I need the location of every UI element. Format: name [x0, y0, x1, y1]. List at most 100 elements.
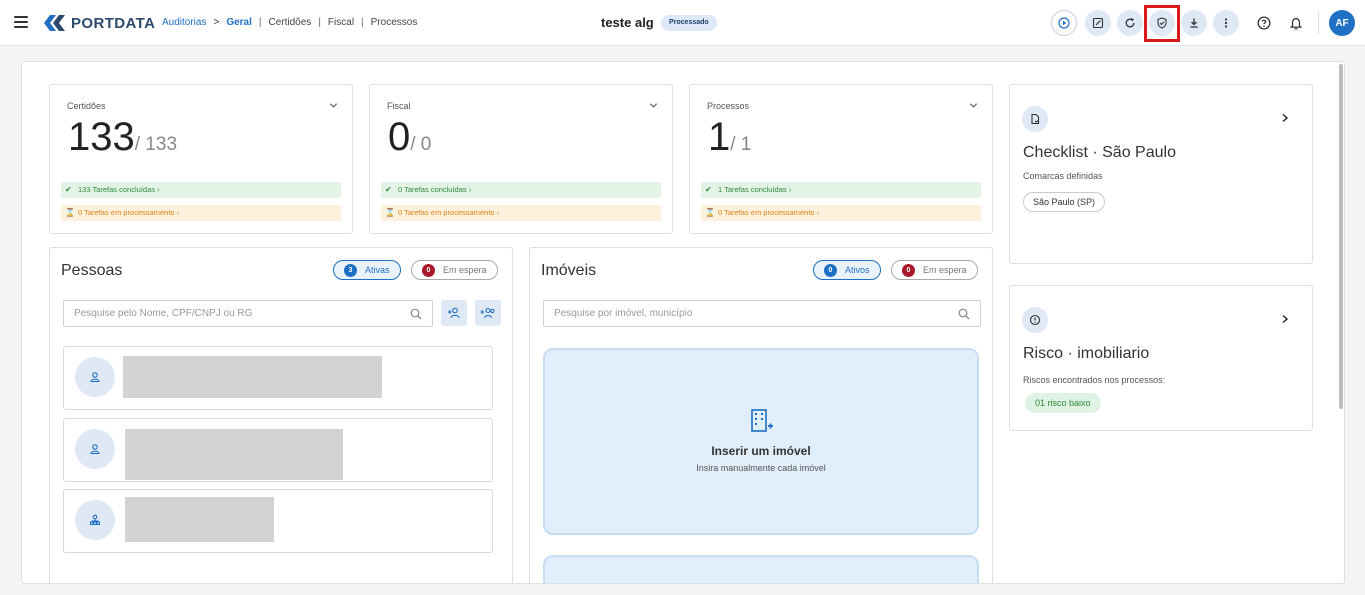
stat-card-fiscal[interactable]: Fiscal 0/ 0 ✔ 0 Tarefas concluídas › ⌛ 0 T…	[369, 84, 673, 234]
person-icon	[75, 429, 115, 469]
chevron-right-icon[interactable]	[1280, 113, 1290, 123]
chevron-right-icon[interactable]	[1280, 314, 1290, 324]
breadcrumb-separator: >	[213, 17, 220, 28]
redacted-name	[125, 497, 274, 542]
hourglass-icon: ⌛	[705, 208, 715, 217]
play-icon	[1058, 17, 1070, 29]
add-person-button[interactable]	[441, 300, 467, 326]
tasks-done-link[interactable]: ✔ 133 Tarefas concluídas ›	[61, 182, 341, 198]
ativos-label: Ativos	[845, 265, 870, 275]
double-check-icon: ✔	[65, 185, 72, 194]
logo[interactable]: PORTDATA	[44, 13, 155, 33]
alert-icon	[1022, 307, 1048, 333]
tasks-done-text: 0 Tarefas concluídas	[398, 185, 467, 194]
stat-card-certidoes[interactable]: Certidões 133/ 133 ✔ 133 Tarefas concluíd…	[49, 84, 353, 234]
scrollbar[interactable]	[1339, 64, 1343, 409]
pessoas-search-input[interactable]: Pesquise pelo Nome, CPF/CNPJ ou RG	[63, 300, 433, 327]
play-button[interactable]	[1051, 10, 1077, 36]
ativas-label: Ativas	[365, 265, 390, 275]
search-placeholder: Pesquise pelo Nome, CPF/CNPJ ou RG	[74, 308, 253, 319]
more-options-button[interactable]	[1213, 10, 1239, 36]
edit-button[interactable]	[1085, 10, 1111, 36]
checklist-card[interactable]: Checklist · São Paulo Comarcas definidas…	[1009, 84, 1313, 264]
download-button[interactable]	[1181, 10, 1207, 36]
list-item[interactable]	[63, 346, 493, 410]
filter-ativos[interactable]: 0 Ativos	[813, 260, 881, 280]
list-item[interactable]	[63, 418, 493, 482]
espera-count: 0	[902, 263, 915, 277]
breadcrumb-fiscal[interactable]: Fiscal	[328, 17, 354, 28]
add-group-icon	[480, 307, 495, 319]
redacted-name	[125, 429, 343, 480]
risco-subtitle: Riscos encontrados nos processos:	[1023, 375, 1166, 385]
insert-property-button[interactable]: Inserir um imóvel Insira manualmente cad…	[543, 348, 979, 535]
stat-card-processos[interactable]: Processos 1/ 1 ✔ 1 Tarefas concluídas › ⌛…	[689, 84, 993, 234]
tasks-processing-text: 0 Tarefas em processamento	[718, 208, 815, 217]
main-panel: Certidões 133/ 133 ✔ 133 Tarefas concluíd…	[21, 61, 1345, 584]
chevron-down-icon[interactable]	[329, 101, 338, 110]
toolbar-divider	[1318, 12, 1319, 34]
insert-title: Inserir um imóvel	[711, 444, 811, 458]
status-badge: Processado	[661, 15, 717, 31]
tasks-processing-link[interactable]: ⌛ 0 Tarefas em processamento ›	[61, 205, 341, 221]
tasks-processing-link[interactable]: ⌛ 0 Tarefas em processamento ›	[701, 205, 981, 221]
search-icon	[410, 308, 422, 320]
hourglass-icon: ⌛	[385, 208, 395, 217]
espera-label: Em espera	[923, 265, 967, 275]
breadcrumb-auditorias[interactable]: Auditorias	[162, 17, 206, 28]
pessoas-title: Pessoas	[61, 262, 123, 279]
breadcrumb-divider: |	[318, 17, 321, 28]
stat-count: 1	[708, 115, 731, 159]
tasks-processing-link[interactable]: ⌛ 0 Tarefas em processamento ›	[381, 205, 661, 221]
refresh-button[interactable]	[1117, 10, 1143, 36]
document-check-icon	[1022, 106, 1048, 132]
breadcrumb-geral[interactable]: Geral	[226, 17, 252, 28]
add-group-button[interactable]	[475, 300, 501, 326]
tasks-processing-text: 0 Tarefas em processamento	[78, 208, 175, 217]
chevron-down-icon[interactable]	[969, 101, 978, 110]
stat-total: / 0	[410, 134, 432, 155]
more-vertical-icon	[1224, 18, 1228, 28]
avatar[interactable]: AF	[1329, 10, 1355, 36]
logo-text: PORTDATA	[71, 14, 156, 32]
ativas-count: 3	[344, 263, 357, 277]
search-placeholder: Pesquise por imóvel, município	[554, 308, 693, 319]
chevron-down-icon[interactable]	[649, 101, 658, 110]
stat-label: Fiscal	[387, 101, 411, 111]
breadcrumb-divider: |	[258, 17, 262, 28]
list-item[interactable]	[63, 489, 493, 553]
stat-total: / 1	[730, 134, 752, 155]
insert-subtitle: Insira manualmente cada imóvel	[696, 463, 826, 473]
filter-em-espera[interactable]: 0 Em espera	[411, 260, 498, 280]
hamburger-menu-icon[interactable]	[14, 16, 28, 28]
risco-card[interactable]: Risco · imobiliario Riscos encontrados n…	[1009, 285, 1313, 431]
filter-ativas[interactable]: 3 Ativas	[333, 260, 401, 280]
person-icon	[75, 357, 115, 397]
breadcrumb-processos[interactable]: Processos	[371, 17, 418, 28]
imoveis-search-input[interactable]: Pesquise por imóvel, município	[543, 300, 981, 327]
stat-count: 0	[388, 115, 411, 159]
risk-level-chip[interactable]: 01 risco baixo	[1025, 393, 1101, 413]
breadcrumb: Auditorias > Geral | Certidões | Fiscal …	[162, 17, 417, 28]
help-icon	[1257, 16, 1271, 30]
stat-label: Certidões	[67, 101, 106, 111]
help-button[interactable]	[1251, 10, 1277, 36]
tasks-done-link[interactable]: ✔ 1 Tarefas concluídas ›	[701, 182, 981, 198]
stat-count: 133	[68, 115, 135, 159]
import-property-button[interactable]	[543, 555, 979, 583]
double-check-icon: ✔	[385, 185, 392, 194]
comarca-chip[interactable]: São Paulo (SP)	[1023, 192, 1106, 212]
breadcrumb-certidoes[interactable]: Certidões	[269, 17, 312, 28]
search-icon	[958, 308, 970, 320]
filter-em-espera[interactable]: 0 Em espera	[891, 260, 978, 280]
pessoas-card: Pessoas 3 Ativas 0 Em espera Pesquise pe…	[49, 247, 513, 583]
tasks-processing-text: 0 Tarefas em processamento	[398, 208, 495, 217]
ativos-count: 0	[824, 263, 837, 277]
edit-icon	[1092, 17, 1104, 29]
top-bar: PORTDATA Auditorias > Geral | Certidões …	[0, 0, 1365, 46]
espera-label: Em espera	[443, 265, 487, 275]
tasks-done-text: 1 Tarefas concluídas	[718, 185, 787, 194]
stat-total: / 133	[134, 134, 178, 155]
notifications-button[interactable]	[1283, 10, 1309, 36]
tasks-done-link[interactable]: ✔ 0 Tarefas concluídas ›	[381, 182, 661, 198]
